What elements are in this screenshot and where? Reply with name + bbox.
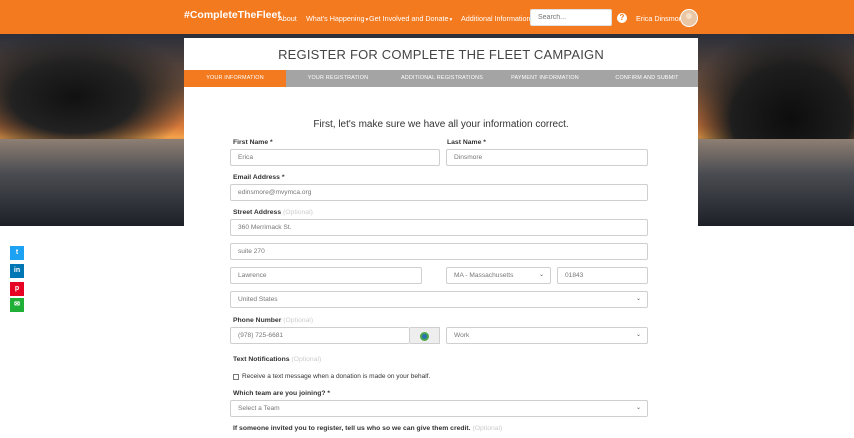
phone-lookup-button[interactable]	[410, 327, 440, 344]
nav-whats-happening[interactable]: What's Happening▾	[306, 14, 368, 23]
team-select[interactable]: Select a Team ⌄	[230, 400, 648, 417]
text-notification-checkbox-label: Receive a text message when a donation i…	[242, 373, 431, 380]
chevron-down-icon: ⌄	[635, 296, 641, 302]
phone-label: Phone Number (Optional)	[233, 317, 314, 324]
phone-field[interactable]: (978) 725-6681	[230, 327, 410, 344]
user-avatar[interactable]	[680, 9, 698, 27]
street-address-label: Street Address (Optional)	[233, 209, 313, 216]
chevron-down-icon: ⌄	[635, 332, 641, 338]
site-brand[interactable]: #CompleteTheFleet	[184, 9, 281, 21]
top-nav-bar: #CompleteTheFleet About What's Happening…	[0, 0, 854, 34]
step-additional-registrations[interactable]: ADDITIONAL REGISTRATIONS	[390, 70, 494, 87]
email-label: Email Address *	[233, 174, 285, 181]
zip-field[interactable]: 01843	[557, 267, 648, 284]
email-field[interactable]: edinsmore@mvymca.org	[230, 184, 648, 201]
last-name-label: Last Name *	[447, 139, 486, 146]
city-field[interactable]: Lawrence	[230, 267, 422, 284]
chevron-down-icon: ⌄	[538, 272, 544, 278]
twitter-icon[interactable]: t	[10, 246, 24, 260]
globe-icon	[420, 332, 429, 341]
invite-label: If someone invited you to register, tell…	[233, 425, 503, 432]
step-confirm-submit[interactable]: CONFIRM AND SUBMIT	[596, 70, 698, 87]
step-payment-information[interactable]: PAYMENT INFORMATION	[494, 70, 596, 87]
team-label: Which team are you joining? *	[233, 390, 331, 397]
step-your-information[interactable]: YOUR INFORMATION	[184, 70, 286, 87]
step-bar: YOUR INFORMATION YOUR REGISTRATION ADDIT…	[184, 70, 698, 87]
step-your-registration[interactable]: YOUR REGISTRATION	[286, 70, 390, 87]
pinterest-icon[interactable]: p	[10, 282, 24, 296]
country-select[interactable]: United States ⌄	[230, 291, 648, 308]
intro-text: First, let's make sure we have all your …	[313, 119, 569, 130]
page-title: REGISTER FOR COMPLETE THE FLEET CAMPAIGN	[278, 47, 604, 62]
text-notification-checkbox[interactable]	[233, 374, 239, 380]
nav-additional-info[interactable]: Additional Information▾	[461, 14, 534, 23]
nav-about[interactable]: About	[278, 14, 297, 23]
state-select[interactable]: MA - Massachusetts ⌄	[446, 267, 551, 284]
street-address-line2[interactable]: suite 270	[230, 243, 648, 260]
question-circle-icon[interactable]: ?	[617, 13, 627, 23]
caret-down-icon: ▾	[449, 17, 453, 23]
last-name-field[interactable]: Dinsmore	[446, 149, 648, 166]
caret-down-icon: ▾	[365, 17, 369, 23]
first-name-field[interactable]: Erica	[230, 149, 440, 166]
text-notifications-label: Text Notifications (Optional)	[233, 356, 322, 363]
envelope-icon[interactable]: ✉	[10, 298, 24, 312]
nav-get-involved[interactable]: Get Involved and Donate▾	[369, 14, 452, 23]
linkedin-icon[interactable]: in	[10, 264, 24, 278]
first-name-label: First Name *	[233, 139, 273, 146]
phone-type-select[interactable]: Work ⌄	[446, 327, 648, 344]
chevron-down-icon: ⌄	[635, 405, 641, 411]
registration-card: REGISTER FOR COMPLETE THE FLEET CAMPAIGN…	[184, 38, 698, 438]
user-name[interactable]: Erica Dinsmore	[636, 14, 685, 23]
search-input[interactable]	[530, 9, 612, 26]
street-address-line1[interactable]: 360 Merrimack St.	[230, 219, 648, 236]
